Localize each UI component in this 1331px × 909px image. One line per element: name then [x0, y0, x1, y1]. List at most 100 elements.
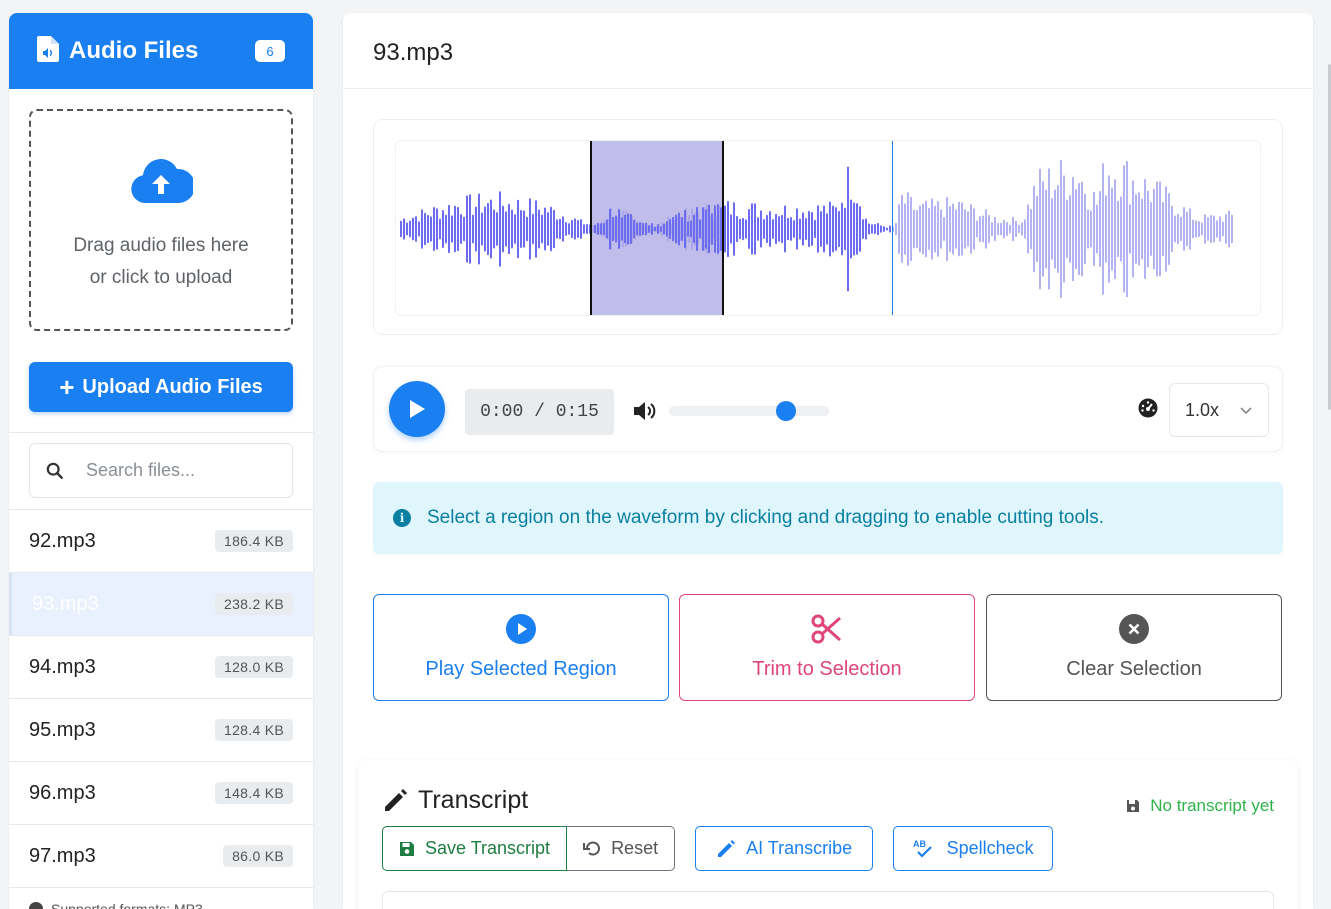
waveform-bar	[526, 216, 528, 242]
waveform-bar	[796, 208, 798, 250]
play-region-label: Play Selected Region	[425, 658, 617, 680]
search-input[interactable]	[86, 460, 276, 481]
upload-dropzone[interactable]: Drag audio files here or click to upload	[29, 109, 293, 331]
waveform-bar	[1033, 185, 1035, 273]
play-button[interactable]	[389, 381, 445, 437]
waveform-bar	[678, 212, 680, 246]
volume-icon[interactable]	[633, 400, 659, 422]
region-end-handle[interactable]	[722, 141, 724, 316]
spellcheck-label: Spellcheck	[946, 838, 1034, 858]
region-start-handle[interactable]	[590, 141, 592, 316]
waveform-bar	[1048, 168, 1050, 290]
file-item-94[interactable]: 94.mp3 128.0 KB	[9, 635, 313, 698]
upload-button-label: Upload Audio Files	[82, 375, 263, 398]
waveform-bar	[1030, 208, 1032, 250]
waveform-bar	[1192, 219, 1194, 239]
sidebar-header: Audio Files 6	[9, 13, 313, 89]
file-item-92[interactable]: 92.mp3 186.4 KB	[9, 509, 313, 572]
file-item-97[interactable]: 97.mp3 86.0 KB	[9, 824, 313, 887]
file-item-93[interactable]: 93.mp3 238.2 KB	[9, 572, 313, 635]
waveform-bar	[666, 221, 668, 237]
trim-button[interactable]: Trim to Selection	[679, 594, 975, 701]
waveform-bar	[469, 194, 471, 264]
ai-transcribe-button[interactable]: AI Transcribe	[695, 826, 874, 871]
waveform-bar	[532, 213, 534, 245]
waveform-bar	[621, 217, 623, 241]
play-region-button[interactable]: Play Selected Region	[373, 594, 669, 701]
waveform[interactable]	[396, 141, 1261, 316]
waveform-bar	[1195, 220, 1197, 238]
waveform-bar	[889, 225, 891, 233]
waveform-bar	[766, 214, 768, 244]
waveform-bar	[799, 218, 801, 240]
file-name: 93.mp3	[32, 592, 99, 615]
page-title: 93.mp3	[373, 39, 454, 66]
waveform-bar	[1051, 198, 1053, 260]
waveform-bar	[757, 217, 759, 241]
search-icon	[46, 462, 63, 479]
clear-selection-button[interactable]: Clear Selection	[986, 594, 1282, 701]
playback-speed-select[interactable]: 1.0x	[1169, 383, 1269, 437]
waveform-canvas[interactable]	[395, 140, 1261, 316]
waveform-bar	[778, 216, 780, 242]
transcript-textarea[interactable]	[382, 891, 1274, 909]
waveform-bar	[1159, 181, 1161, 277]
waveform-bar	[1168, 192, 1170, 266]
reset-button[interactable]: Reset	[567, 826, 676, 871]
waveform-bar	[514, 214, 516, 244]
waveform-bar	[460, 213, 462, 245]
waveform-bar	[505, 211, 507, 247]
waveform-bar	[829, 201, 831, 257]
waveform-bar	[1174, 215, 1176, 243]
play-circle-icon	[506, 614, 536, 644]
waveform-bar	[502, 205, 504, 253]
file-size-badge: 148.4 KB	[215, 782, 293, 804]
waveform-bar	[784, 205, 786, 253]
transcript-title: Transcript	[418, 786, 529, 814]
file-size-badge: 86.0 KB	[223, 845, 293, 867]
waveform-bar	[1201, 222, 1203, 236]
waveform-bar	[442, 209, 444, 249]
waveform-bar	[1099, 190, 1101, 268]
waveform-bar	[793, 220, 795, 238]
waveform-bar	[586, 224, 588, 234]
waveform-bar	[937, 201, 939, 257]
speedometer-icon	[1138, 398, 1158, 418]
waveform-bar	[484, 206, 486, 252]
volume-slider[interactable]	[669, 401, 829, 421]
waveform-bar	[1084, 193, 1086, 265]
spellcheck-button[interactable]: AB Spellcheck	[893, 826, 1054, 871]
volume-slider-thumb[interactable]	[776, 401, 796, 421]
waveform-bar	[1117, 200, 1119, 258]
playhead-cursor	[892, 141, 893, 315]
file-item-95[interactable]: 95.mp3 128.4 KB	[9, 698, 313, 761]
waveform-bar	[684, 210, 686, 248]
dropzone-line-1: Drag audio files here	[73, 235, 249, 256]
waveform-bar	[1225, 214, 1227, 244]
upload-audio-button[interactable]: + Upload Audio Files	[29, 362, 293, 412]
waveform-bar	[645, 222, 647, 236]
waveform-bar	[496, 212, 498, 246]
waveform-bar	[559, 218, 561, 240]
sidebar: Audio Files 6 Drag audio files here or c…	[9, 13, 313, 909]
waveform-bar	[772, 219, 774, 239]
file-item-96[interactable]: 96.mp3 148.4 KB	[9, 761, 313, 824]
waveform-bar	[487, 202, 489, 256]
waveform-bar	[657, 224, 659, 234]
waveform-bar	[868, 223, 870, 235]
waveform-bar	[403, 218, 405, 240]
waveform-bar	[627, 213, 629, 245]
waveform-bar	[699, 219, 701, 239]
save-transcript-button[interactable]: Save Transcript	[382, 826, 568, 871]
info-icon	[29, 902, 43, 909]
plus-icon: +	[59, 372, 75, 402]
waveform-bar	[1036, 195, 1038, 263]
waveform-bar	[1069, 195, 1071, 263]
waveform-bar	[724, 205, 726, 253]
waveform-bar	[541, 214, 543, 244]
waveform-bar	[427, 214, 429, 244]
waveform-bar	[1138, 192, 1140, 266]
audio-player: 0:00 / 0:15 1.0x	[373, 366, 1283, 452]
waveform-bar	[898, 204, 900, 254]
waveform-bar	[1096, 204, 1098, 254]
